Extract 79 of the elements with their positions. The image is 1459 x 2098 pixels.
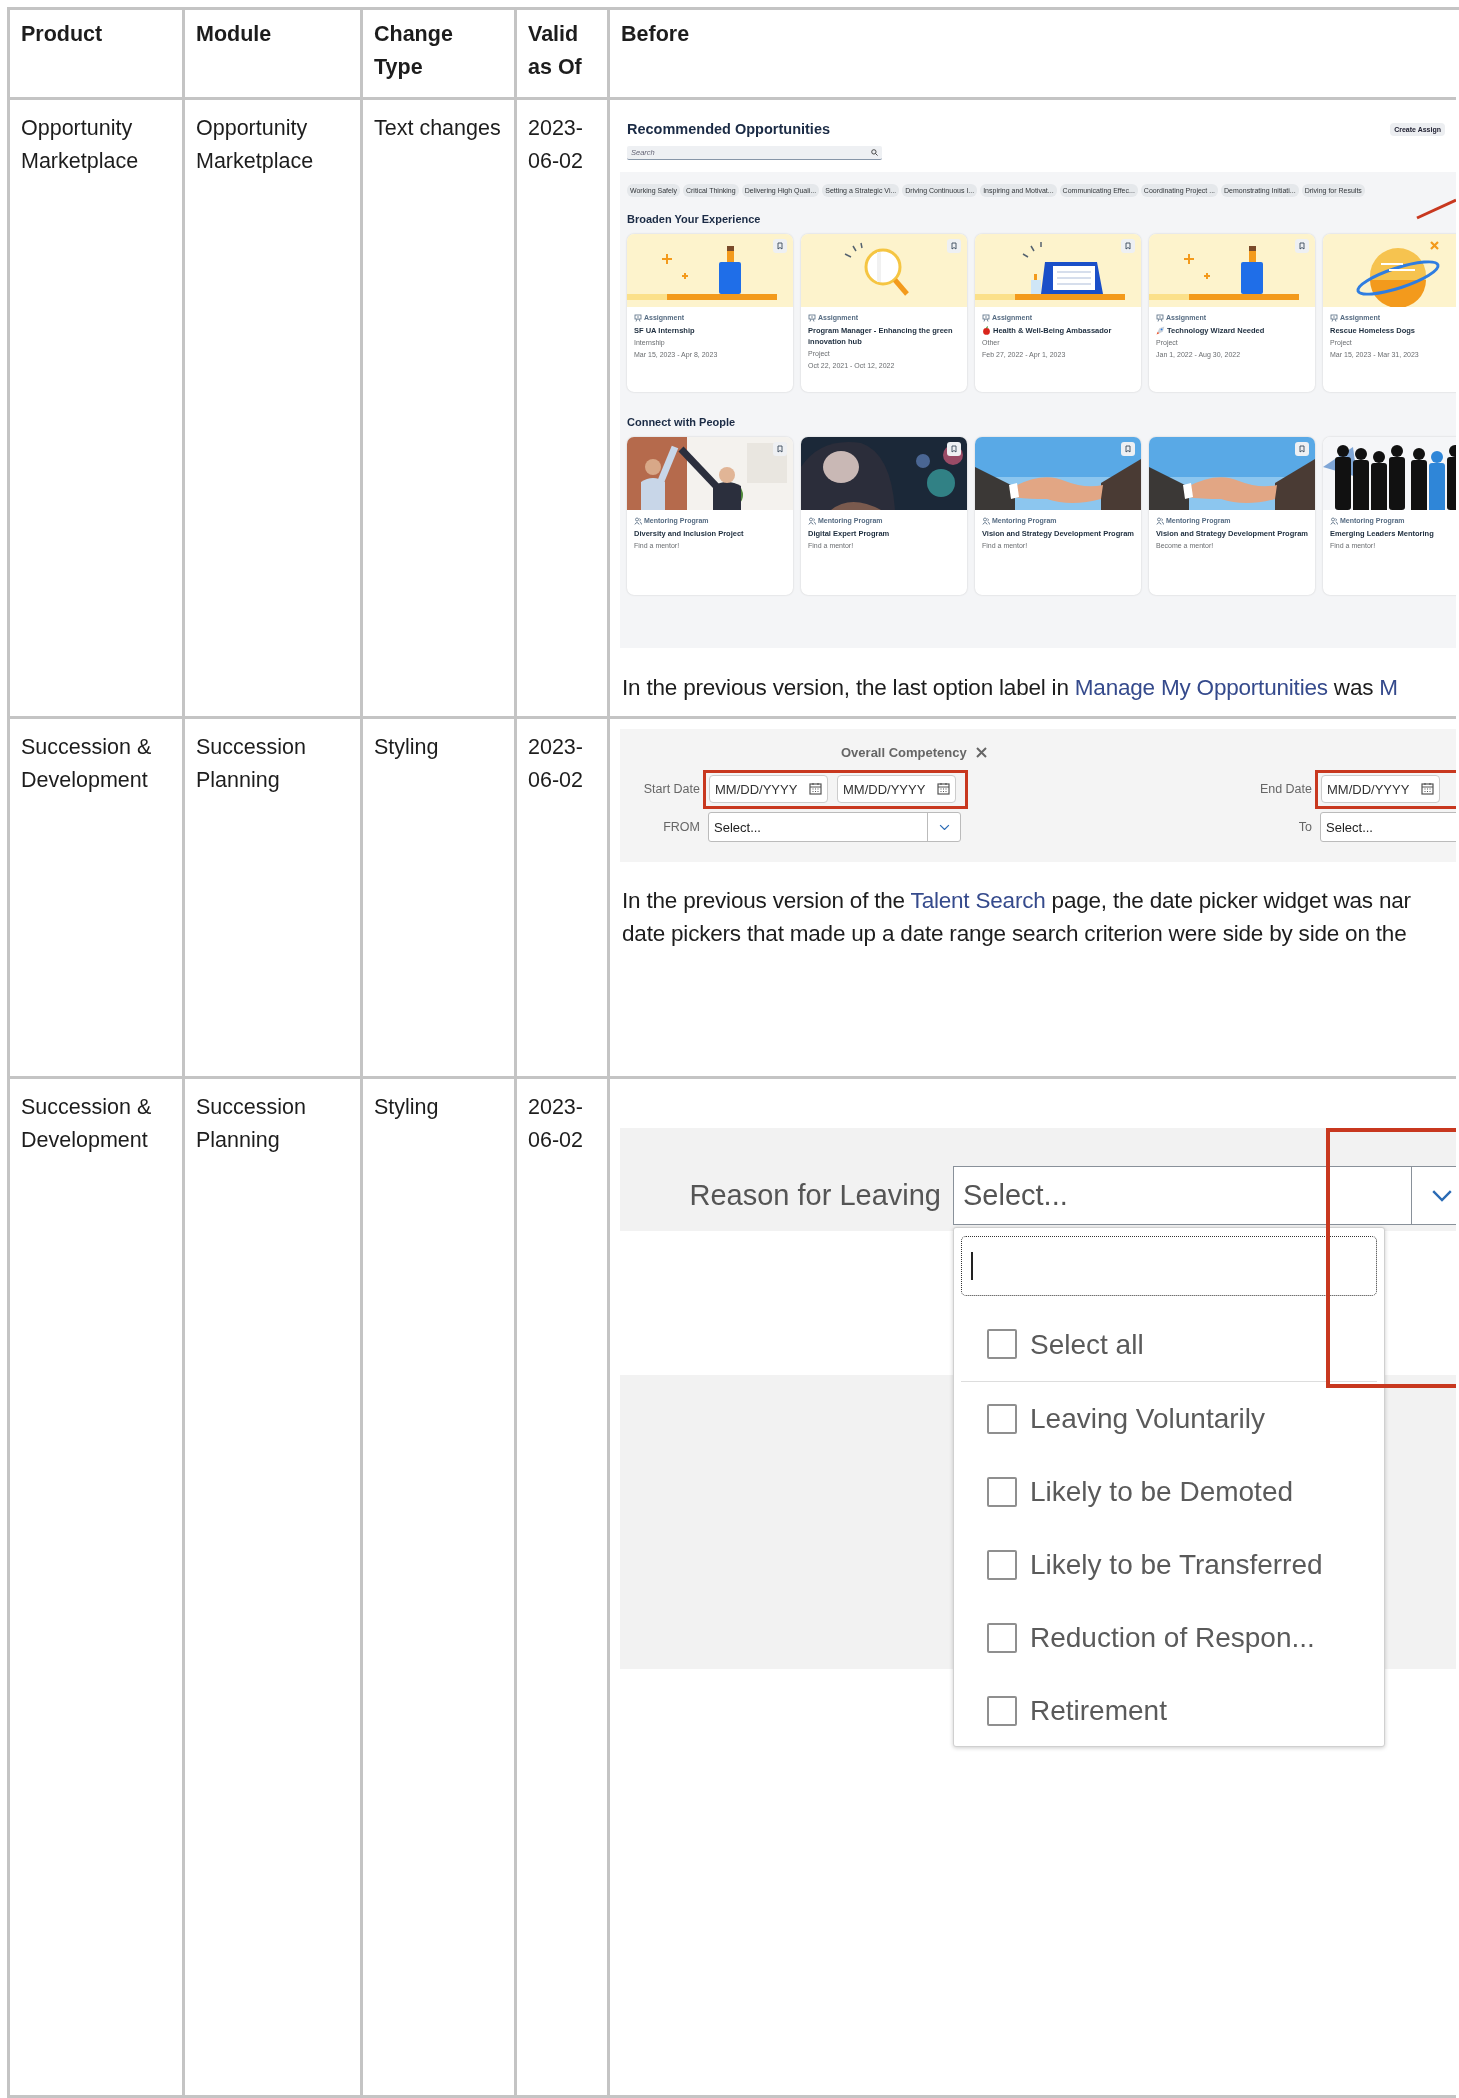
module-name: Succession Planning xyxy=(196,1095,306,1152)
people-icon xyxy=(808,517,816,525)
change-type: Styling xyxy=(374,735,439,759)
column-header: Valid as Of xyxy=(528,22,582,79)
calendar-icon[interactable] xyxy=(937,782,950,795)
option-item[interactable]: Select all xyxy=(961,1307,1377,1382)
change-type: Styling xyxy=(374,1095,439,1119)
presenter-icon xyxy=(1330,314,1338,322)
date-field[interactable]: MM/DD/YYYY xyxy=(709,775,828,803)
module-name: Opportunity Marketplace xyxy=(196,116,314,173)
people-icon xyxy=(1156,517,1164,525)
checkbox[interactable] xyxy=(987,1476,1017,1507)
bookmark-icon[interactable] xyxy=(773,239,787,253)
date-field[interactable]: MM/DD/YYYY xyxy=(1321,775,1440,803)
chevron-down-icon xyxy=(1430,1188,1453,1203)
presenter-icon xyxy=(634,314,642,322)
section-heading: Broaden Your Experience xyxy=(627,213,762,226)
valid-date: 2023-06-02 xyxy=(528,116,583,173)
link[interactable]: Manage My Opportunities xyxy=(1074,675,1328,700)
column-header: Change Type xyxy=(374,22,453,79)
dropdown-button[interactable] xyxy=(1412,1166,1456,1225)
column-header: Before xyxy=(621,22,690,46)
checkbox[interactable] xyxy=(987,1622,1017,1653)
search-icon xyxy=(871,149,878,156)
people-icon xyxy=(634,517,642,525)
close-icon[interactable] xyxy=(975,746,987,758)
annotation-line xyxy=(1416,198,1456,220)
field-label: To xyxy=(1297,818,1313,836)
column-header: Module xyxy=(196,22,272,46)
valid-date: 2023-06-02 xyxy=(528,735,583,792)
criterion-title: Overall Competency xyxy=(841,743,967,762)
select-field[interactable]: Select... xyxy=(1320,812,1456,842)
field-label: FROM xyxy=(662,818,701,836)
bookmark-icon[interactable] xyxy=(1121,239,1135,253)
presenter-icon xyxy=(982,314,990,322)
change-type: Text changes xyxy=(374,116,501,140)
apple-icon xyxy=(982,326,991,335)
bookmark-icon[interactable] xyxy=(773,442,787,456)
link[interactable]: M xyxy=(1379,675,1398,700)
calendar-icon[interactable] xyxy=(809,782,822,795)
bookmark-icon[interactable] xyxy=(1295,442,1309,456)
field-label: Reason for Leaving xyxy=(688,1178,941,1213)
field-label: End Date xyxy=(1258,780,1313,798)
people-icon xyxy=(982,517,990,525)
product-name: Succession & Development xyxy=(21,1095,152,1152)
option-item[interactable]: Likely to be Demoted xyxy=(961,1455,1377,1528)
date-field[interactable]: MM/DD/YYYY xyxy=(837,775,956,803)
select-field[interactable]: Select... xyxy=(708,812,961,842)
option-item[interactable]: Reduction of Respon... xyxy=(961,1601,1377,1674)
checkbox[interactable] xyxy=(987,1695,1017,1726)
link[interactable]: Talent Search xyxy=(910,888,1046,913)
select-field[interactable]: Select... xyxy=(953,1166,1456,1225)
presenter-icon xyxy=(808,314,816,322)
chevron-down-icon xyxy=(938,823,950,831)
option-item[interactable]: Retirement xyxy=(961,1674,1377,1747)
field-label: Start Date xyxy=(642,780,701,798)
column-header: Product xyxy=(21,22,103,46)
checkbox[interactable] xyxy=(987,1329,1017,1359)
page-title: Recommended Opportunities xyxy=(627,119,831,139)
people-icon xyxy=(1330,517,1338,525)
checkbox[interactable] xyxy=(987,1403,1017,1434)
description-text: In the previous version, the last option label in Manage My Opportunities was M xyxy=(622,674,1398,702)
text-cursor xyxy=(971,1252,973,1280)
valid-date: 2023-06-02 xyxy=(528,1095,583,1152)
bookmark-icon[interactable] xyxy=(1121,442,1135,456)
bookmark-icon[interactable] xyxy=(947,239,961,253)
option-item[interactable]: Leaving Voluntarily xyxy=(961,1382,1377,1455)
rocket-icon xyxy=(1156,326,1165,335)
option-item[interactable]: Likely to be Transferred xyxy=(961,1528,1377,1601)
product-name: Succession & Development xyxy=(21,735,152,792)
checkbox[interactable] xyxy=(987,1549,1017,1580)
calendar-icon[interactable] xyxy=(1421,782,1434,795)
module-name: Succession Planning xyxy=(196,735,306,792)
presenter-icon xyxy=(1156,314,1164,322)
section-heading: Connect with People xyxy=(627,416,737,429)
description-text: In the previous version of the Talent Search page, the date picker widget was nar date pickers that made up a date range search criterion were side by side on the xyxy=(622,887,1411,948)
bookmark-icon[interactable] xyxy=(947,442,961,456)
bookmark-icon[interactable] xyxy=(1295,239,1309,253)
product-name: Opportunity Marketplace xyxy=(21,116,139,173)
